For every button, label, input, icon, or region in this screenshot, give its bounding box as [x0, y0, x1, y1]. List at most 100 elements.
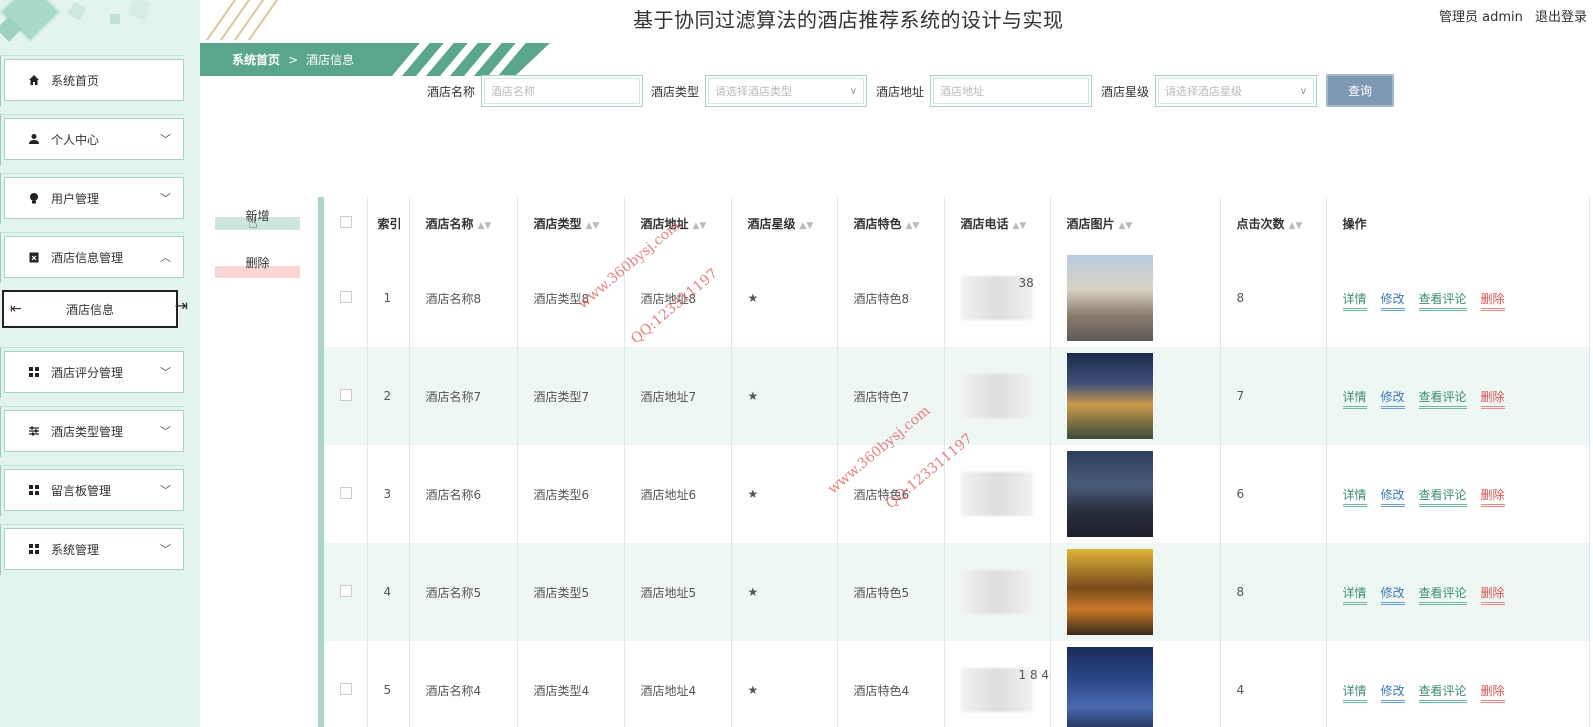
search-addr-label: 酒店地址 — [876, 84, 925, 99]
sidebar-item-label: 留言板管理 — [51, 483, 112, 498]
delete-link[interactable]: 删除 — [1480, 683, 1505, 703]
detail-link[interactable]: 详情 — [1342, 487, 1367, 507]
sidebar-item-personal[interactable]: 个人中心 ﹀ — [0, 114, 185, 165]
detail-link[interactable]: 详情 — [1342, 585, 1367, 605]
table-body: 1 酒店名称8 酒店类型8 酒店地址8 ★ 酒店特色8 38 8 详情 修改 查看评论 删除 2 酒店名称… — [324, 249, 1590, 727]
cell-clicks: 4 — [1220, 641, 1327, 727]
view-comments-link[interactable]: 查看评论 — [1418, 291, 1467, 311]
sidebar-item-label: 酒店信息管理 — [51, 250, 124, 265]
search-type-select[interactable]: 请选择酒店类型 ∨ — [705, 75, 868, 107]
edit-link[interactable]: 修改 — [1380, 585, 1405, 605]
search-name-label: 酒店名称 — [427, 84, 476, 99]
row-checkbox[interactable] — [340, 486, 352, 499]
detail-link[interactable]: 详情 — [1342, 389, 1367, 409]
sidebar-item-system[interactable]: 系统管理 ﹀ — [0, 524, 185, 575]
cell-type: 酒店类型7 — [517, 347, 625, 445]
sidebar-item-hotel-types[interactable]: 酒店类型管理 ﹀ — [0, 406, 185, 457]
delete-link[interactable]: 删除 — [1480, 487, 1505, 507]
column-header-clicks[interactable]: 点击次数 ▲▼ — [1220, 197, 1327, 249]
edit-link[interactable]: 修改 — [1380, 389, 1405, 409]
search-name-group: 酒店名称 酒店名称 — [427, 74, 644, 108]
sort-icon: ▲▼ — [585, 220, 600, 231]
search-star-placeholder-wrap: 请选择酒店星级 ∨ — [1158, 78, 1315, 104]
view-comments-link[interactable]: 查看评论 — [1418, 389, 1467, 409]
select-all-checkbox[interactable] — [340, 215, 352, 228]
column-header-type[interactable]: 酒店类型 ▲▼ — [517, 197, 625, 249]
sort-icon: ▲▼ — [692, 220, 707, 231]
sidebar-item-home[interactable]: 系统首页 — [0, 55, 185, 106]
phone-visible-text: 1 8 4 — [1018, 668, 1050, 682]
page-title: 基于协同过滤算法的酒店推荐系统的设计与实现 — [633, 8, 1064, 32]
sidebar-item-hotel-info[interactable]: 酒店信息管理 ︿ — [0, 232, 185, 283]
column-header-index: 索引 — [367, 197, 410, 249]
column-header-feature[interactable]: 酒店特色 ▲▼ — [837, 197, 945, 249]
search-type-placeholder-wrap: 请选择酒店类型 ∨ — [708, 78, 865, 104]
chevron-up-icon: ︿ — [160, 251, 171, 264]
column-header-star-label: 酒店星级 — [747, 216, 796, 231]
cell-addr: 酒店地址6 — [624, 445, 732, 543]
view-comments-link[interactable]: 查看评论 — [1418, 487, 1467, 507]
hotel-image[interactable] — [1066, 647, 1153, 727]
column-header-image[interactable]: 酒店图片 ▲▼ — [1050, 197, 1221, 249]
row-checkbox[interactable] — [340, 682, 352, 695]
cell-feature: 酒店特色5 — [837, 543, 945, 641]
user-info: 管理员 admin 退出登录 — [1431, 6, 1587, 25]
submenu-item-hotel-info[interactable]: ⇤ 酒店信息 ⇥ — [2, 290, 188, 328]
row-checkbox[interactable] — [340, 290, 352, 303]
cell-feature: 酒店特色8 — [837, 249, 945, 347]
column-header-star[interactable]: 酒店星级 ▲▼ — [731, 197, 838, 249]
search-name-placeholder: 酒店名称 — [484, 78, 641, 104]
chevron-down-icon: ﹀ — [160, 192, 171, 205]
detail-link[interactable]: 详情 — [1342, 291, 1367, 311]
cell-index: 1 — [367, 249, 410, 347]
sort-icon: ▲▼ — [1288, 220, 1303, 231]
hotel-image[interactable] — [1066, 549, 1153, 635]
sort-icon: ▲▼ — [799, 220, 814, 231]
grid-icon — [27, 542, 41, 556]
hotel-image[interactable] — [1066, 255, 1153, 341]
search-addr-placeholder: 酒店地址 — [933, 78, 1090, 104]
sidebar-item-users[interactable]: 用户管理 ﹀ — [0, 173, 185, 224]
arrow-left-icon: ⇤ — [10, 301, 22, 317]
view-comments-link[interactable]: 查看评论 — [1418, 683, 1467, 703]
delete-link[interactable]: 删除 — [1480, 389, 1505, 409]
hotel-image[interactable] — [1066, 451, 1153, 537]
edit-link[interactable]: 修改 — [1380, 683, 1405, 703]
sidebar-item-label: 个人中心 — [51, 132, 100, 147]
sidebar-item-label: 系统首页 — [51, 73, 100, 88]
cell-phone — [944, 543, 1051, 641]
hand-cursor-icon: ☝ — [248, 213, 258, 232]
chevron-down-icon: ∨ — [849, 86, 858, 97]
view-comments-link[interactable]: 查看评论 — [1418, 585, 1467, 605]
search-star-select[interactable]: 请选择酒店星级 ∨ — [1155, 75, 1318, 107]
sort-icon: ▲▼ — [1118, 220, 1133, 231]
column-header-phone[interactable]: 酒店电话 ▲▼ — [944, 197, 1051, 249]
cell-addr: 酒店地址7 — [624, 347, 732, 445]
search-addr-input[interactable]: 酒店地址 — [930, 75, 1093, 107]
cell-clicks: 8 — [1220, 543, 1327, 641]
row-checkbox[interactable] — [340, 388, 352, 401]
clipboard-icon — [27, 250, 41, 264]
cell-index: 2 — [367, 347, 410, 445]
breadcrumb-home[interactable]: 系统首页 — [232, 51, 280, 68]
delete-button[interactable]: 删除 — [215, 254, 300, 278]
logout-link[interactable]: 退出登录 — [1535, 10, 1587, 25]
sidebar-item-message-board[interactable]: 留言板管理 ﹀ — [0, 465, 185, 516]
detail-link[interactable]: 详情 — [1342, 683, 1367, 703]
column-header-name[interactable]: 酒店名称 ▲▼ — [409, 197, 518, 249]
cell-name: 酒店名称6 — [409, 445, 518, 543]
sidebar-item-label: 系统管理 — [51, 542, 100, 557]
edit-link[interactable]: 修改 — [1380, 487, 1405, 507]
query-button[interactable]: 查询 — [1326, 74, 1394, 107]
delete-link[interactable]: 删除 — [1480, 585, 1505, 605]
row-checkbox[interactable] — [340, 584, 352, 597]
search-name-input[interactable]: 酒店名称 — [481, 75, 644, 107]
hotel-image[interactable] — [1066, 353, 1153, 439]
column-header-type-label: 酒店类型 — [533, 216, 582, 231]
search-type-label: 酒店类型 — [651, 84, 700, 99]
cell-ops: 详情 修改 查看评论 删除 — [1326, 641, 1590, 727]
sidebar-item-ratings[interactable]: 酒店评分管理 ﹀ — [0, 347, 185, 398]
cell-clicks: 7 — [1220, 347, 1327, 445]
delete-link[interactable]: 删除 — [1480, 291, 1505, 311]
edit-link[interactable]: 修改 — [1380, 291, 1405, 311]
